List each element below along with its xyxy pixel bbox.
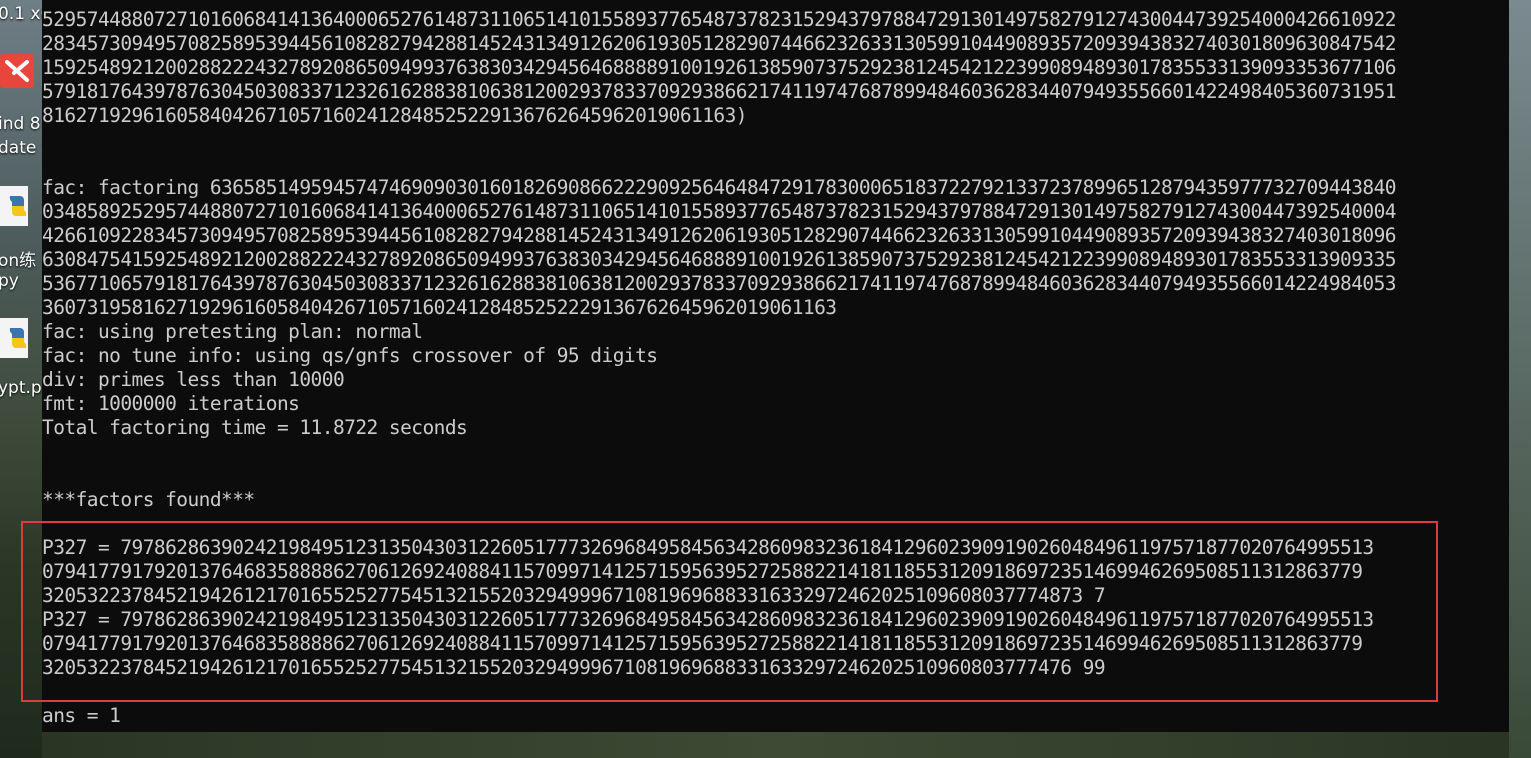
factors-highlight-box <box>21 521 1438 702</box>
console-line: Total factoring time = 11.8722 seconds <box>42 416 468 439</box>
console-line: 3607319581627192961605840426710571602412… <box>42 296 837 319</box>
console-line: div: primes less than 10000 <box>42 368 345 391</box>
desktop-label-6[interactable]: ypt.p <box>0 378 42 398</box>
console-line: 2834573094957082589539445610828279428814… <box>42 32 1397 55</box>
python-file-icon[interactable] <box>0 318 36 366</box>
console-line: 0348589252957448807271016068414136400065… <box>42 200 1397 223</box>
desktop-label-4[interactable]: on练 <box>0 246 36 271</box>
console-line: 5367710657918176439787630450308337123261… <box>42 272 1397 295</box>
console-line: 4266109228345730949570825895394456108282… <box>42 224 1397 247</box>
xmind-icon[interactable] <box>0 50 36 98</box>
console-line: fmt: 1000000 iterations <box>42 392 300 415</box>
console-line: fac: factoring 6365851495945747469090301… <box>42 176 1397 199</box>
console-line: 5295744880727101606841413640006527614873… <box>42 8 1397 31</box>
console-line: 8162719296160584042671057160241284852522… <box>42 104 748 127</box>
console-line: ans = 1 <box>42 704 121 727</box>
python-file-icon[interactable] <box>0 186 36 234</box>
desktop-label-2[interactable]: ind 8 <box>0 114 41 134</box>
console-line: fac: no tune info: using qs/gnfs crossov… <box>42 344 658 367</box>
desktop-background-right <box>1509 0 1531 758</box>
desktop-label-5[interactable]: py <box>0 271 19 291</box>
console-line: 6308475415925489212002882224327892086509… <box>42 248 1397 271</box>
console-line: 1592548921200288222432789208650949937638… <box>42 56 1397 79</box>
console-line: fac: using pretesting plan: normal <box>42 320 423 343</box>
console-line: ***factors found*** <box>42 488 255 511</box>
console-line: 5791817643978763045030833712326162883810… <box>42 80 1397 103</box>
desktop-background-bottom <box>42 732 1509 758</box>
